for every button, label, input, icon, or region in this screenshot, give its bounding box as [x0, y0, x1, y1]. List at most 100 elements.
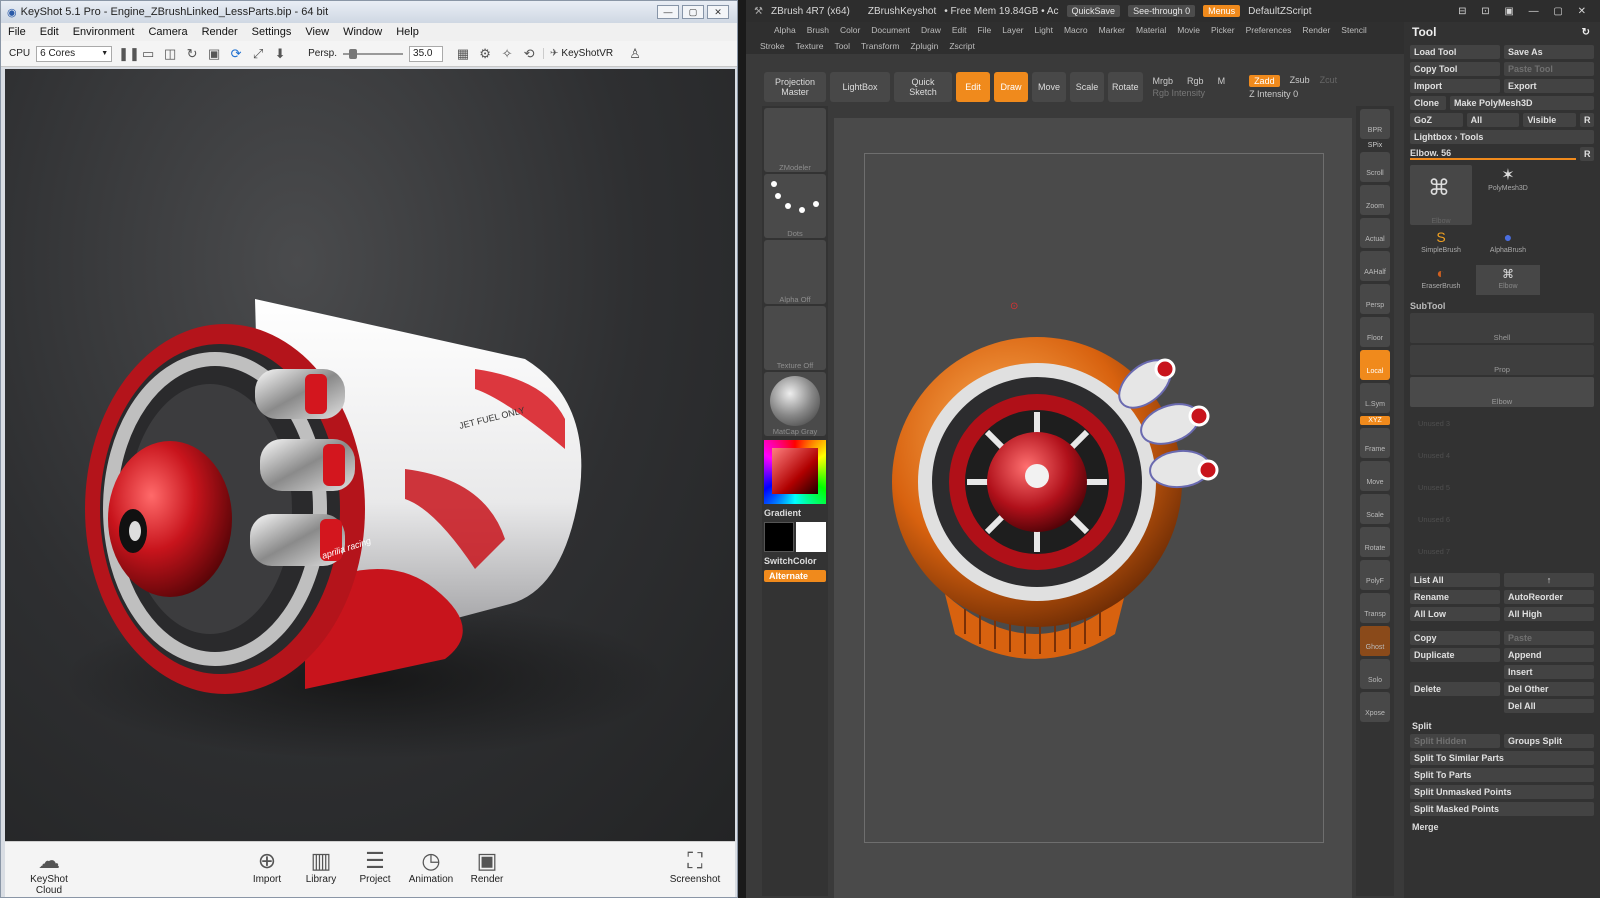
- animation-button[interactable]: ◷ Animation: [401, 848, 461, 885]
- list-all-button[interactable]: List All: [1410, 573, 1500, 587]
- primary-color-swatch[interactable]: [764, 522, 794, 552]
- export-tool-button[interactable]: Export: [1504, 79, 1594, 93]
- minimize-icon[interactable]: —: [657, 5, 679, 19]
- menu-camera[interactable]: Camera: [141, 26, 194, 38]
- copy-tool-button[interactable]: Copy Tool: [1410, 62, 1500, 76]
- projection-master-button[interactable]: Projection Master: [764, 72, 826, 102]
- split-masked-button[interactable]: Split Masked Points: [1410, 802, 1594, 816]
- menu-settings[interactable]: Settings: [245, 26, 299, 38]
- material-thumbnail[interactable]: MatCap Gray: [764, 372, 826, 436]
- copy-subtool-button[interactable]: Copy: [1410, 631, 1500, 645]
- tool-thumb-simplebrush[interactable]: S SimpleBrush: [1410, 229, 1472, 261]
- quick-sketch-button[interactable]: Quick Sketch: [894, 72, 952, 102]
- split-hidden-button[interactable]: Split Hidden: [1410, 734, 1500, 748]
- goz-visible-button[interactable]: Visible: [1523, 113, 1577, 127]
- alternate-button[interactable]: Alternate: [764, 570, 826, 582]
- persp-button[interactable]: Persp: [1360, 284, 1390, 314]
- menu-color[interactable]: Color: [840, 25, 860, 35]
- color-picker[interactable]: [764, 440, 826, 504]
- save-as-button[interactable]: Save As: [1504, 45, 1594, 59]
- mrgb-button[interactable]: Mrgb: [1153, 76, 1174, 86]
- zsub-button[interactable]: Zsub: [1290, 75, 1310, 87]
- color-swatches[interactable]: [764, 522, 826, 552]
- menu-edit[interactable]: Edit: [33, 26, 66, 38]
- append-button[interactable]: Append: [1504, 648, 1594, 662]
- keyshot-cloud-button[interactable]: ☁ KeyShot Cloud: [19, 848, 79, 896]
- polyf-button[interactable]: PolyF: [1360, 560, 1390, 590]
- persp-slider[interactable]: [343, 48, 404, 59]
- scroll-button[interactable]: Scroll: [1360, 152, 1390, 182]
- menu-render[interactable]: Render: [195, 26, 245, 38]
- menu-layer[interactable]: Layer: [1002, 25, 1023, 35]
- slider-handle[interactable]: [349, 48, 358, 59]
- tool-thumb-elbow[interactable]: ⌘ Elbow: [1410, 165, 1472, 225]
- split-similar-button[interactable]: Split To Similar Parts: [1410, 751, 1594, 765]
- load-tool-button[interactable]: Load Tool: [1410, 45, 1500, 59]
- scale-button[interactable]: Scale: [1070, 72, 1104, 102]
- import-tool-button[interactable]: Import: [1410, 79, 1500, 93]
- subtool-prop[interactable]: Prop: [1410, 345, 1594, 375]
- menu-file[interactable]: File: [978, 25, 992, 35]
- tool-thumb-polymesh[interactable]: ✶ PolyMesh3D: [1476, 165, 1540, 201]
- texture-thumbnail[interactable]: Texture Off: [764, 306, 826, 370]
- xyz-button[interactable]: XYZ: [1360, 416, 1390, 425]
- solo-button[interactable]: Solo: [1360, 659, 1390, 689]
- tool-thumb-eraserbrush[interactable]: ◐ EraserBrush: [1410, 265, 1472, 295]
- window-controls[interactable]: ⊟ ⊡ ▣ — ▢ ✕: [1458, 6, 1592, 17]
- frame-button[interactable]: Frame: [1360, 428, 1390, 458]
- goz-all-button[interactable]: All: [1466, 113, 1520, 127]
- keyshotvr-button[interactable]: ✈ KeyShotVR: [543, 48, 613, 59]
- render-button[interactable]: ▣ Render: [457, 848, 517, 885]
- goz-button[interactable]: GoZ: [1410, 113, 1463, 127]
- menu-stroke[interactable]: Stroke: [760, 41, 785, 51]
- rename-button[interactable]: Rename: [1410, 590, 1500, 604]
- seethrough-slider[interactable]: See-through 0: [1128, 5, 1196, 17]
- import-button[interactable]: ⊕ Import: [237, 848, 297, 885]
- menu-alpha[interactable]: Alpha: [774, 25, 796, 35]
- cores-select[interactable]: 6 Cores ▼: [36, 45, 113, 62]
- m-button[interactable]: M: [1218, 76, 1226, 86]
- elbow-slider[interactable]: Elbow. 56: [1410, 148, 1576, 160]
- rotate-view-button[interactable]: Rotate: [1360, 527, 1390, 557]
- move-button[interactable]: Move: [1032, 72, 1066, 102]
- duplicate-button[interactable]: Duplicate: [1410, 648, 1500, 662]
- document-area[interactable]: ⊙: [864, 153, 1324, 843]
- menu-material[interactable]: Material: [1136, 25, 1166, 35]
- menu-brush[interactable]: Brush: [807, 25, 829, 35]
- draw-button[interactable]: Draw: [994, 72, 1028, 102]
- merge-header[interactable]: Merge: [1412, 822, 1592, 832]
- goz-r-button[interactable]: R: [1580, 113, 1595, 127]
- person-icon[interactable]: ♙: [627, 46, 643, 62]
- close-icon[interactable]: ✕: [707, 5, 729, 19]
- scale-view-button[interactable]: Scale: [1360, 494, 1390, 524]
- zoom-button[interactable]: Zoom: [1360, 185, 1390, 215]
- aahalf-button[interactable]: AAHalf: [1360, 251, 1390, 281]
- rgb-button[interactable]: Rgb: [1187, 76, 1204, 86]
- pause-icon[interactable]: ❚❚: [118, 46, 140, 62]
- persp-input[interactable]: 35.0: [409, 45, 444, 62]
- menu-help[interactable]: Help: [389, 26, 426, 38]
- move-view-button[interactable]: Move: [1360, 461, 1390, 491]
- autoreorder-button[interactable]: AutoReorder: [1504, 590, 1594, 604]
- wrench-icon[interactable]: ✧: [499, 46, 515, 62]
- insert-button[interactable]: Insert: [1504, 665, 1594, 679]
- grid-icon[interactable]: ▦: [455, 46, 471, 62]
- project-button[interactable]: ☰ Project: [345, 848, 405, 885]
- edit-button[interactable]: Edit: [956, 72, 990, 102]
- zadd-button[interactable]: Zadd: [1249, 75, 1280, 87]
- xpose-button[interactable]: Xpose: [1360, 692, 1390, 722]
- arrow-up-icon[interactable]: ↑: [1504, 573, 1594, 587]
- menu-zplugin[interactable]: Zplugin: [910, 41, 938, 51]
- lightbox-tools-button[interactable]: Lightbox › Tools: [1410, 130, 1594, 144]
- subtool-shell[interactable]: Shell: [1410, 313, 1594, 343]
- menu-light[interactable]: Light: [1035, 25, 1053, 35]
- all-low-button[interactable]: All Low: [1410, 607, 1500, 621]
- bpr-button[interactable]: BPR: [1360, 109, 1390, 139]
- render-viewport[interactable]: JET FUEL ONLY aprilia racing: [5, 69, 735, 841]
- paste-tool-button[interactable]: Paste Tool: [1504, 62, 1594, 76]
- refresh-icon[interactable]: ⟳: [228, 46, 244, 62]
- tool-thumb-alphabrush[interactable]: ● AlphaBrush: [1476, 229, 1540, 261]
- del-other-button[interactable]: Del Other: [1504, 682, 1594, 696]
- menu-marker[interactable]: Marker: [1099, 25, 1125, 35]
- menu-draw[interactable]: Draw: [921, 25, 941, 35]
